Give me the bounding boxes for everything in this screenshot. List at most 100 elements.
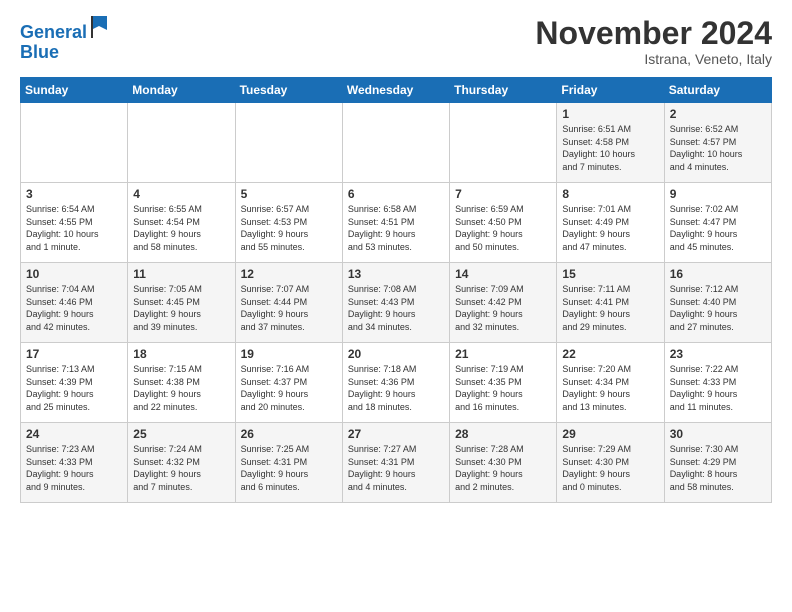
calendar-body: 1Sunrise: 6:51 AM Sunset: 4:58 PM Daylig…	[21, 103, 772, 503]
day-info: Sunrise: 7:11 AM Sunset: 4:41 PM Dayligh…	[562, 283, 658, 333]
calendar-cell: 10 Sunrise: 7:04 AM Sunset: 4:46 PM Dayli…	[21, 263, 128, 343]
day-info: Sunrise: 7:02 AM Sunset: 4:47 PM Dayligh…	[670, 203, 766, 253]
calendar-cell	[342, 103, 449, 183]
day-number: 20	[348, 347, 444, 361]
day-info: Sunrise: 7:18 AM Sunset: 4:36 PM Dayligh…	[348, 363, 444, 413]
day-number: 23	[670, 347, 766, 361]
calendar-cell: 27Sunrise: 7:27 AM Sunset: 4:31 PM Dayli…	[342, 423, 449, 503]
calendar-cell: 8Sunrise: 7:01 AM Sunset: 4:49 PM Daylig…	[557, 183, 664, 263]
day-info: Sunrise: 7:30 AM Sunset: 4:29 PM Dayligh…	[670, 443, 766, 493]
day-info: Sunrise: 7:15 AM Sunset: 4:38 PM Dayligh…	[133, 363, 229, 413]
calendar-cell: 28 Sunrise: 7:28 AM Sunset: 4:30 PM Dayli…	[450, 423, 557, 503]
calendar-cell: 16 Sunrise: 7:12 AM Sunset: 4:40 PM Dayli…	[664, 263, 771, 343]
calendar-cell: 12 Sunrise: 7:07 AM Sunset: 4:44 PM Dayli…	[235, 263, 342, 343]
day-number: 6	[348, 187, 444, 201]
day-header-wednesday: Wednesday	[342, 78, 449, 103]
month-title: November 2024	[535, 16, 772, 51]
calendar-cell: 11 Sunrise: 7:05 AM Sunset: 4:45 PM Dayli…	[128, 263, 235, 343]
day-info: Sunrise: 7:16 AM Sunset: 4:37 PM Dayligh…	[241, 363, 337, 413]
day-number: 24	[26, 427, 122, 441]
calendar-cell	[450, 103, 557, 183]
day-info: Sunrise: 7:28 AM Sunset: 4:30 PM Dayligh…	[455, 443, 551, 493]
day-info: Sunrise: 7:04 AM Sunset: 4:46 PM Dayligh…	[26, 283, 122, 333]
logo: General Blue	[20, 16, 109, 63]
calendar-cell: 18 Sunrise: 7:15 AM Sunset: 4:38 PM Dayli…	[128, 343, 235, 423]
day-number: 14	[455, 267, 551, 281]
day-number: 8	[562, 187, 658, 201]
calendar-cell: 26 Sunrise: 7:25 AM Sunset: 4:31 PM Dayli…	[235, 423, 342, 503]
calendar-cell: 23Sunrise: 7:22 AM Sunset: 4:33 PM Dayli…	[664, 343, 771, 423]
calendar-cell: 5 Sunrise: 6:57 AM Sunset: 4:53 PM Daylig…	[235, 183, 342, 263]
calendar-table: SundayMondayTuesdayWednesdayThursdayFrid…	[20, 77, 772, 503]
day-number: 11	[133, 267, 229, 281]
day-number: 3	[26, 187, 122, 201]
day-number: 1	[562, 107, 658, 121]
day-number: 26	[241, 427, 337, 441]
day-info: Sunrise: 6:57 AM Sunset: 4:53 PM Dayligh…	[241, 203, 337, 253]
day-info: Sunrise: 7:29 AM Sunset: 4:30 PM Dayligh…	[562, 443, 658, 493]
day-number: 29	[562, 427, 658, 441]
day-number: 19	[241, 347, 337, 361]
day-info: Sunrise: 7:12 AM Sunset: 4:40 PM Dayligh…	[670, 283, 766, 333]
day-header-monday: Monday	[128, 78, 235, 103]
day-header-saturday: Saturday	[664, 78, 771, 103]
day-info: Sunrise: 6:55 AM Sunset: 4:54 PM Dayligh…	[133, 203, 229, 253]
day-info: Sunrise: 7:27 AM Sunset: 4:31 PM Dayligh…	[348, 443, 444, 493]
week-row-2: 3Sunrise: 6:54 AM Sunset: 4:55 PM Daylig…	[21, 183, 772, 263]
calendar-cell: 2 Sunrise: 6:52 AM Sunset: 4:57 PM Daylig…	[664, 103, 771, 183]
calendar-cell: 20 Sunrise: 7:18 AM Sunset: 4:36 PM Dayli…	[342, 343, 449, 423]
week-row-1: 1Sunrise: 6:51 AM Sunset: 4:58 PM Daylig…	[21, 103, 772, 183]
day-number: 18	[133, 347, 229, 361]
day-info: Sunrise: 7:20 AM Sunset: 4:34 PM Dayligh…	[562, 363, 658, 413]
calendar-cell	[21, 103, 128, 183]
day-number: 10	[26, 267, 122, 281]
logo-general: General	[20, 22, 87, 42]
location: Istrana, Veneto, Italy	[535, 51, 772, 67]
day-number: 30	[670, 427, 766, 441]
calendar-cell: 7Sunrise: 6:59 AM Sunset: 4:50 PM Daylig…	[450, 183, 557, 263]
day-info: Sunrise: 7:05 AM Sunset: 4:45 PM Dayligh…	[133, 283, 229, 333]
day-number: 4	[133, 187, 229, 201]
day-number: 12	[241, 267, 337, 281]
day-info: Sunrise: 6:52 AM Sunset: 4:57 PM Dayligh…	[670, 123, 766, 173]
logo-text: General	[20, 16, 109, 43]
logo-flag-icon	[89, 16, 109, 38]
day-info: Sunrise: 7:13 AM Sunset: 4:39 PM Dayligh…	[26, 363, 122, 413]
day-number: 15	[562, 267, 658, 281]
calendar-cell: 3Sunrise: 6:54 AM Sunset: 4:55 PM Daylig…	[21, 183, 128, 263]
day-number: 21	[455, 347, 551, 361]
day-number: 28	[455, 427, 551, 441]
calendar-cell: 15 Sunrise: 7:11 AM Sunset: 4:41 PM Dayli…	[557, 263, 664, 343]
day-number: 9	[670, 187, 766, 201]
day-number: 16	[670, 267, 766, 281]
day-info: Sunrise: 7:19 AM Sunset: 4:35 PM Dayligh…	[455, 363, 551, 413]
day-info: Sunrise: 7:23 AM Sunset: 4:33 PM Dayligh…	[26, 443, 122, 493]
week-row-3: 10 Sunrise: 7:04 AM Sunset: 4:46 PM Dayli…	[21, 263, 772, 343]
day-number: 13	[348, 267, 444, 281]
page: General Blue November 2024 Istrana, Vene…	[0, 0, 792, 513]
calendar-cell: 1Sunrise: 6:51 AM Sunset: 4:58 PM Daylig…	[557, 103, 664, 183]
day-info: Sunrise: 7:09 AM Sunset: 4:42 PM Dayligh…	[455, 283, 551, 333]
day-number: 7	[455, 187, 551, 201]
header-row: SundayMondayTuesdayWednesdayThursdayFrid…	[21, 78, 772, 103]
week-row-4: 17 Sunrise: 7:13 AM Sunset: 4:39 PM Dayli…	[21, 343, 772, 423]
day-number: 2	[670, 107, 766, 121]
calendar-cell: 22Sunrise: 7:20 AM Sunset: 4:34 PM Dayli…	[557, 343, 664, 423]
day-info: Sunrise: 7:25 AM Sunset: 4:31 PM Dayligh…	[241, 443, 337, 493]
calendar-cell: 17 Sunrise: 7:13 AM Sunset: 4:39 PM Dayli…	[21, 343, 128, 423]
day-info: Sunrise: 7:07 AM Sunset: 4:44 PM Dayligh…	[241, 283, 337, 333]
calendar-cell: 6 Sunrise: 6:58 AM Sunset: 4:51 PM Daylig…	[342, 183, 449, 263]
calendar-cell: 19 Sunrise: 7:16 AM Sunset: 4:37 PM Dayli…	[235, 343, 342, 423]
day-info: Sunrise: 6:58 AM Sunset: 4:51 PM Dayligh…	[348, 203, 444, 253]
calendar-cell: 13Sunrise: 7:08 AM Sunset: 4:43 PM Dayli…	[342, 263, 449, 343]
calendar-cell	[128, 103, 235, 183]
day-number: 5	[241, 187, 337, 201]
day-header-sunday: Sunday	[21, 78, 128, 103]
day-number: 17	[26, 347, 122, 361]
header: General Blue November 2024 Istrana, Vene…	[20, 16, 772, 67]
day-header-thursday: Thursday	[450, 78, 557, 103]
calendar-cell: 4 Sunrise: 6:55 AM Sunset: 4:54 PM Daylig…	[128, 183, 235, 263]
calendar-cell	[235, 103, 342, 183]
day-header-tuesday: Tuesday	[235, 78, 342, 103]
calendar-cell: 25Sunrise: 7:24 AM Sunset: 4:32 PM Dayli…	[128, 423, 235, 503]
